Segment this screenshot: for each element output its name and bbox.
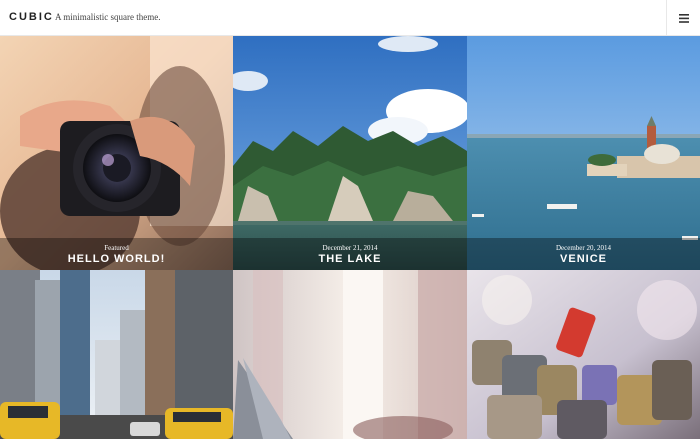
post-image-camera [0, 36, 233, 270]
post-meta: Featured [104, 244, 129, 252]
post-image-lake [233, 36, 467, 270]
post-tile-venice[interactable]: December 20, 2014 VENICE [467, 36, 700, 270]
post-caption: December 20, 2014 VENICE [467, 238, 700, 270]
post-caption: December 21, 2014 THE LAKE [233, 238, 467, 270]
site-header: CUBIC A minimalistic square theme. [0, 0, 700, 36]
hamburger-icon [678, 13, 689, 23]
post-tile-locks[interactable] [467, 270, 700, 439]
post-meta: December 21, 2014 [322, 244, 378, 252]
post-tile-city[interactable] [0, 270, 233, 439]
post-tile-hello-world[interactable]: Featured HELLO WORLD! [0, 36, 233, 270]
site-tagline: A minimalistic square theme. [55, 12, 161, 22]
post-caption: Featured HELLO WORLD! [0, 238, 233, 270]
post-image-city-street [0, 270, 233, 439]
post-title[interactable]: THE LAKE [233, 253, 467, 265]
menu-button[interactable] [666, 0, 700, 36]
post-tile-workspace[interactable] [233, 270, 467, 439]
post-title[interactable]: HELLO WORLD! [0, 253, 233, 265]
post-title[interactable]: VENICE [467, 253, 700, 265]
post-grid: Featured HELLO WORLD! December 21, 2014 … [0, 36, 700, 439]
post-image-love-locks [467, 270, 700, 439]
post-image-venice [467, 36, 700, 270]
post-tile-the-lake[interactable]: December 21, 2014 THE LAKE [233, 36, 467, 270]
post-image-laptop [233, 270, 467, 439]
post-meta: December 20, 2014 [555, 244, 611, 252]
site-title[interactable]: CUBIC [9, 11, 54, 23]
